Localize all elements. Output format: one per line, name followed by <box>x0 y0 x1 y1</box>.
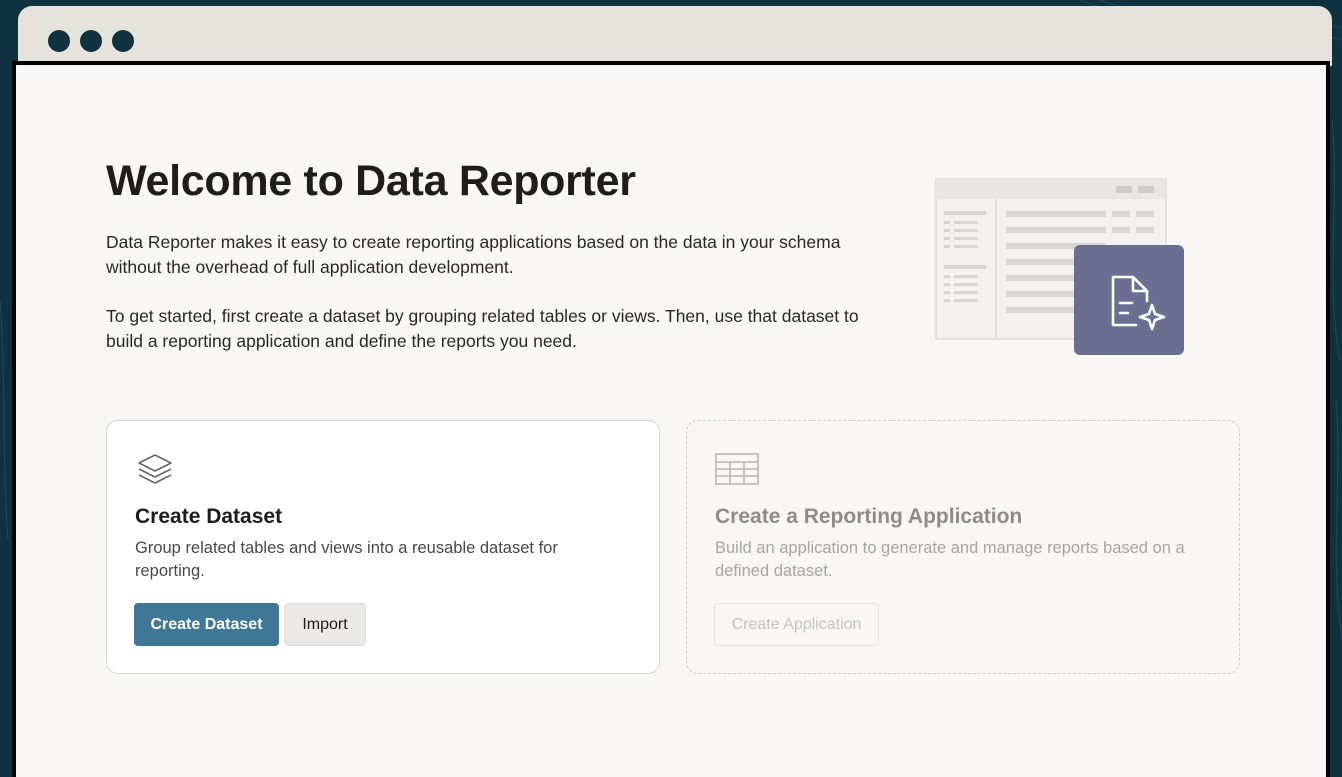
create-application-button[interactable]: Create Application <box>714 603 879 646</box>
import-button[interactable]: Import <box>284 603 366 646</box>
create-dataset-button[interactable]: Create Dataset <box>134 603 279 646</box>
card-title: Create Dataset <box>135 505 283 528</box>
window-dot-minimize[interactable] <box>80 30 102 52</box>
card-description: Build an application to generate and man… <box>715 539 1185 580</box>
intro-paragraph-1: Data Reporter makes it easy to create re… <box>106 232 841 277</box>
card-description: Group related tables and views into a re… <box>135 539 558 580</box>
window-dot-close[interactable] <box>48 30 70 52</box>
window-dot-maximize[interactable] <box>112 30 134 52</box>
app-content: Welcome to Data Reporter Data Reporter m… <box>12 61 1330 777</box>
report-illustration <box>935 178 1184 355</box>
layers-icon <box>138 454 172 484</box>
table-icon <box>715 453 759 485</box>
page-title: Welcome to Data Reporter <box>106 157 636 205</box>
create-dataset-card: Create Dataset Group related tables and … <box>106 420 660 674</box>
card-title: Create a Reporting Application <box>715 505 1023 528</box>
intro-paragraph-2: To get started, first create a dataset b… <box>106 306 859 351</box>
window-title-bar <box>18 6 1332 66</box>
create-application-card: Create a Reporting Application Build an … <box>686 420 1240 674</box>
